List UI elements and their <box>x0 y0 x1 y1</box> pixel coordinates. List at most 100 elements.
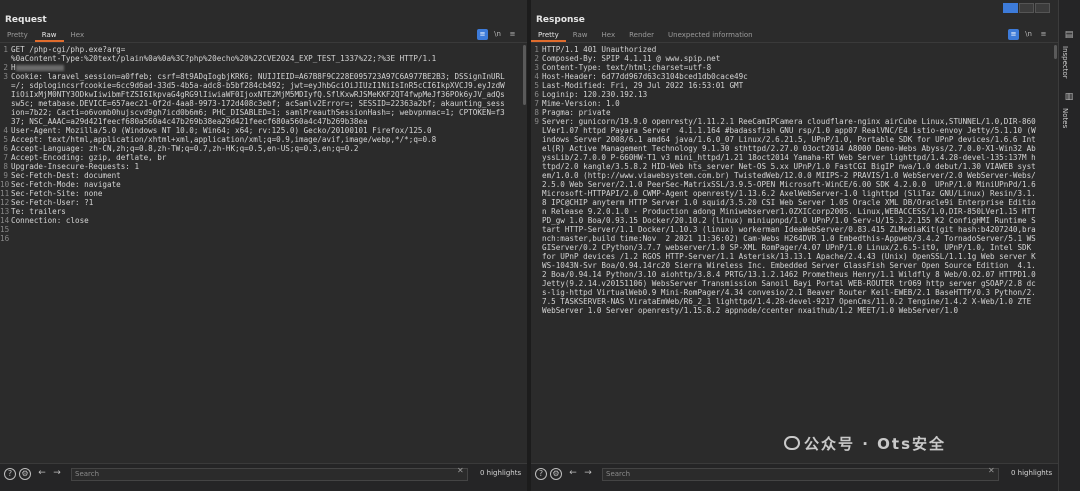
search-input[interactable]: Search <box>602 468 999 481</box>
tab-raw[interactable]: Raw <box>34 30 64 42</box>
line-text: Server: gunicorn/19.9.0 openresty/1.11.2… <box>542 117 1036 315</box>
line-text <box>11 234 506 243</box>
line-number: 9 <box>534 117 539 126</box>
line-text: Loginip: 120.230.192.13 <box>542 90 648 99</box>
request-editor[interactable]: 1 GET /php-cgi/php.exe?arg= %0aContent-Typ… <box>0 45 527 463</box>
line-number: 16 <box>0 234 10 243</box>
line-text: Accept-Language: zh-CN,zh;q=0.8,zh-TW;q=… <box>11 144 359 153</box>
line-number: 13 <box>0 207 10 216</box>
code-line: %0aContent-Type:%20text/plain%0a%0a%3C?p… <box>0 54 527 63</box>
line-text: Sec-Fetch-Mode: navigate <box>11 180 121 189</box>
wrap-lines-icon[interactable]: ≡ <box>477 29 488 40</box>
line-number: 11 <box>0 189 10 198</box>
wrap-lines-icon[interactable]: ≡ <box>1008 29 1019 40</box>
sidebar-item-notes[interactable]: Notes <box>1061 108 1069 128</box>
line-number: 9 <box>3 171 8 180</box>
code-line: 3 Content-Type: text/html;charset=utf-8 <box>531 63 1058 72</box>
code-line: 2 Composed-By: SPIP 4.1.11 @ www.spip.net <box>531 54 1058 63</box>
menu-icon[interactable]: ≡ <box>1038 29 1049 40</box>
line-text: Sec-Fetch-Dest: document <box>11 171 121 180</box>
sidebar-item-inspector[interactable]: Inspector <box>1061 46 1069 79</box>
line-text <box>11 225 506 234</box>
code-line: 6 Loginip: 120.230.192.13 <box>531 90 1058 99</box>
notes-icon[interactable]: ▥ <box>1062 92 1076 106</box>
code-line: 14 Connection: close <box>0 216 527 225</box>
code-line: 16 <box>0 234 527 243</box>
line-text: Composed-By: SPIP 4.1.11 @ www.spip.net <box>542 54 721 63</box>
code-line: 2H <box>0 63 527 72</box>
code-line: 9 Server: gunicorn/19.9.0 openresty/1.11.… <box>531 117 1058 315</box>
line-number: 15 <box>0 225 10 234</box>
line-number: 5 <box>3 135 8 144</box>
line-number <box>0 54 11 63</box>
help-icon[interactable]: ? <box>4 468 16 480</box>
layout-tabs-button[interactable] <box>1035 3 1050 13</box>
tab-render[interactable]: Render <box>622 30 661 42</box>
code-line: 1 GET /php-cgi/php.exe?arg= <box>0 45 527 54</box>
line-number: 3 <box>3 72 8 81</box>
line-number: 3 <box>534 63 539 72</box>
menu-icon[interactable]: ≡ <box>507 29 518 40</box>
tab-separator <box>531 42 1058 43</box>
tab-hex[interactable]: Hex <box>595 30 623 42</box>
line-text: Pragma: private <box>542 108 611 117</box>
code-line: 10 Sec-Fetch-Mode: navigate <box>0 180 527 189</box>
line-text: Te: trailers <box>11 207 66 216</box>
line-number: 1 <box>534 45 539 54</box>
line-number: 10 <box>0 180 10 189</box>
line-number: 2 <box>3 63 8 72</box>
clear-search-icon[interactable]: ✕ <box>457 466 464 475</box>
scroll-thumb[interactable] <box>523 45 526 105</box>
line-text: H <box>11 63 506 72</box>
line-text: Last-Modified: Fri, 29 Jul 2022 16:53:01… <box>542 81 744 90</box>
tab-raw[interactable]: Raw <box>566 30 595 42</box>
highlights-count: 0 highlights <box>480 469 522 477</box>
highlights-count: 0 highlights <box>1011 469 1053 477</box>
line-text: Host-Header: 6d77dd967d63c3104bced1db0ca… <box>542 72 748 81</box>
line-text: Accept: text/html,application/xhtml+xml,… <box>11 135 437 144</box>
forward-icon[interactable]: → <box>51 468 63 480</box>
code-line: 9 Sec-Fetch-Dest: document <box>0 171 527 180</box>
show-newlines-icon[interactable]: \n <box>1023 29 1034 40</box>
line-number: 7 <box>3 153 8 162</box>
code-line: 1 HTTP/1.1 401 Unauthorized <box>531 45 1058 54</box>
settings-icon[interactable]: ⚙ <box>550 468 562 480</box>
request-title: Request <box>5 15 47 25</box>
request-search-bar: ? ⚙ ← → Search ✕ 0 highlights <box>0 463 527 491</box>
response-search-bar: ? ⚙ ← → Search ✕ 0 highlights <box>531 463 1058 491</box>
tab-pretty[interactable]: Pretty <box>0 30 35 42</box>
show-newlines-icon[interactable]: \n <box>492 29 503 40</box>
response-editor[interactable]: 1 HTTP/1.1 401 Unauthorized 2 Composed-By: … <box>531 45 1058 463</box>
tab-hex[interactable]: Hex <box>64 30 92 42</box>
code-line: 8 Upgrade-Insecure-Requests: 1 <box>0 162 527 171</box>
scroll-thumb[interactable] <box>1054 45 1057 59</box>
line-text: Cookie: laravel_session=a0ffeb; csrf=8t9… <box>11 72 505 126</box>
code-line: 3 Cookie: laravel_session=a0ffeb; csrf=8t… <box>0 72 527 126</box>
tab-unexpected-information[interactable]: Unexpected information <box>661 30 760 42</box>
forward-icon[interactable]: → <box>582 468 594 480</box>
line-number: 12 <box>0 198 10 207</box>
tab-separator <box>0 42 527 43</box>
line-text: Upgrade-Insecure-Requests: 1 <box>11 162 140 171</box>
help-icon[interactable]: ? <box>535 468 547 480</box>
back-icon[interactable]: ← <box>36 468 48 480</box>
line-text: Mime-Version: 1.0 <box>542 99 620 108</box>
layout-side-by-side-button[interactable] <box>1003 3 1018 13</box>
line-number: 8 <box>3 162 8 171</box>
back-icon[interactable]: ← <box>567 468 579 480</box>
wechat-logo-icon <box>784 436 800 450</box>
line-number: 5 <box>534 81 539 90</box>
clear-search-icon[interactable]: ✕ <box>988 466 995 475</box>
line-text: Content-Type: text/html;charset=utf-8 <box>542 63 712 72</box>
settings-icon[interactable]: ⚙ <box>19 468 31 480</box>
inspector-icon[interactable]: ▤ <box>1062 30 1076 44</box>
search-input[interactable]: Search <box>71 468 468 481</box>
layout-stacked-button[interactable] <box>1019 3 1034 13</box>
tab-pretty[interactable]: Pretty <box>531 30 566 42</box>
code-line: 7 Mime-Version: 1.0 <box>531 99 1058 108</box>
code-line: 6 Accept-Language: zh-CN,zh;q=0.8,zh-TW;q… <box>0 144 527 153</box>
code-line: 7 Accept-Encoding: gzip, deflate, br <box>0 153 527 162</box>
response-title: Response <box>536 15 585 25</box>
line-text: User-Agent: Mozilla/5.0 (Windows NT 10.0… <box>11 126 432 135</box>
response-tabs: Pretty Raw Hex Render Unexpected informa… <box>531 30 760 42</box>
